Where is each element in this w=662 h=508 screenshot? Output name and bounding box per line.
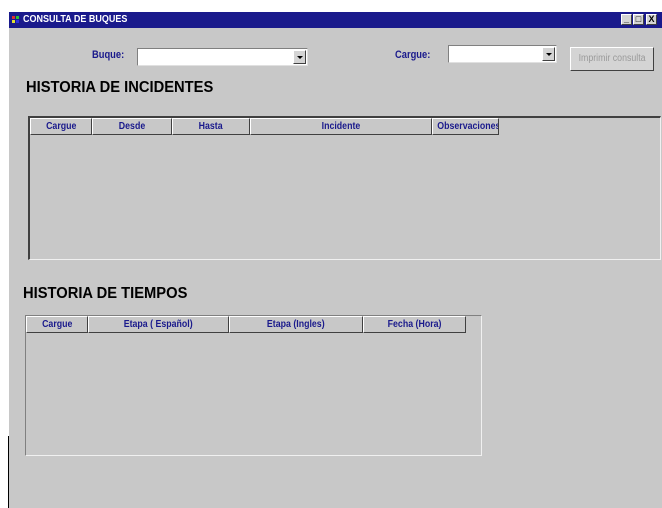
minimize-icon[interactable]: _ [621,14,632,25]
column-header[interactable]: Etapa ( Español) [88,316,229,333]
tiempos-grid[interactable]: Cargue Etapa ( Español) Etapa (Ingles) F… [25,315,482,456]
chevron-down-icon[interactable] [542,47,555,61]
column-header[interactable]: Hasta [172,118,250,135]
column-header[interactable]: Fecha (Hora) [363,316,466,333]
cargue-dropdown[interactable] [448,45,557,63]
column-header[interactable]: Etapa (Ingles) [229,316,363,333]
column-header[interactable]: Observaciones [432,118,499,135]
app-icon [12,16,20,24]
window-title: CONSULTA DE BUQUES [23,14,128,25]
column-header[interactable]: Incidente [250,118,432,135]
print-button[interactable]: Imprimir consulta [570,47,654,71]
buque-dropdown[interactable] [137,48,308,66]
chevron-down-icon[interactable] [293,50,306,64]
title-bar[interactable]: CONSULTA DE BUQUES _ □ X [9,12,662,28]
tiempos-heading: HISTORIA DE TIEMPOS [23,285,188,302]
column-header[interactable]: Cargue [26,316,88,333]
consulta-window: CONSULTA DE BUQUES _ □ X Buque: Cargue: … [9,12,662,508]
cargue-label: Cargue: [395,49,431,61]
maximize-icon[interactable]: □ [633,14,644,25]
incidentes-heading: HISTORIA DE INCIDENTES [26,79,214,96]
column-header[interactable]: Cargue [30,118,92,135]
column-header[interactable]: Desde [92,118,172,135]
close-icon[interactable]: X [646,14,657,25]
buque-label: Buque: [92,49,125,61]
desktop-edge [0,0,10,508]
incidentes-grid[interactable]: Cargue Desde Hasta Incidente Observacion… [28,116,661,260]
